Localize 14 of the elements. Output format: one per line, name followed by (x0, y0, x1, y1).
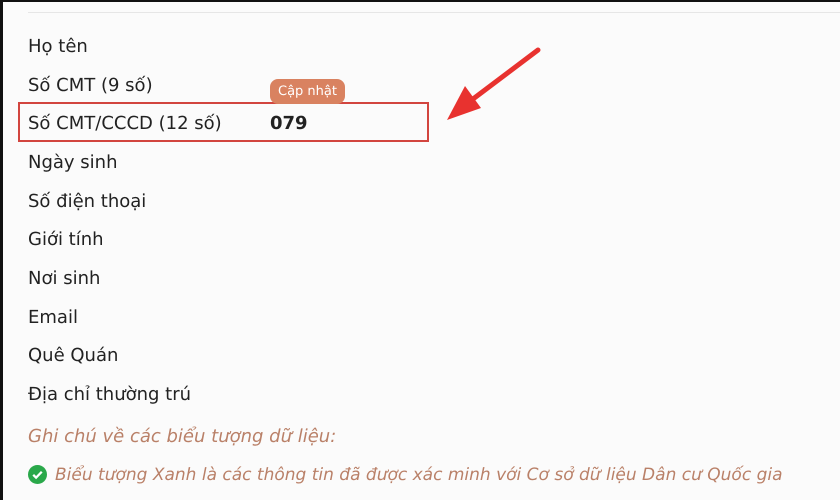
field-label: Số CMT/CCCD (12 số) (28, 113, 223, 134)
field-label: Số CMT (9 số) (28, 74, 154, 96)
update-tooltip[interactable]: Cập nhật (270, 79, 345, 104)
field-label: Giới tính (28, 229, 105, 250)
field-label: Ngày sinh (28, 152, 118, 173)
field-label: Số điện thoại (28, 190, 148, 212)
field-label: Quê Quán (28, 345, 120, 366)
field-label: Địa chỉ thường trú (28, 384, 192, 406)
legend-text: Biểu tượng Xanh là các thông tin đã được xác minh với Cơ sở dữ liệu Dân cư Quốc gia (55, 464, 783, 485)
legend-title: Ghi chú về các biểu tượng dữ liệu: (28, 425, 338, 450)
check-circle-icon (28, 465, 47, 484)
field-label: Email (28, 306, 79, 328)
field-label: Nơi sinh (28, 268, 102, 289)
field-label: Họ tên (28, 36, 89, 57)
